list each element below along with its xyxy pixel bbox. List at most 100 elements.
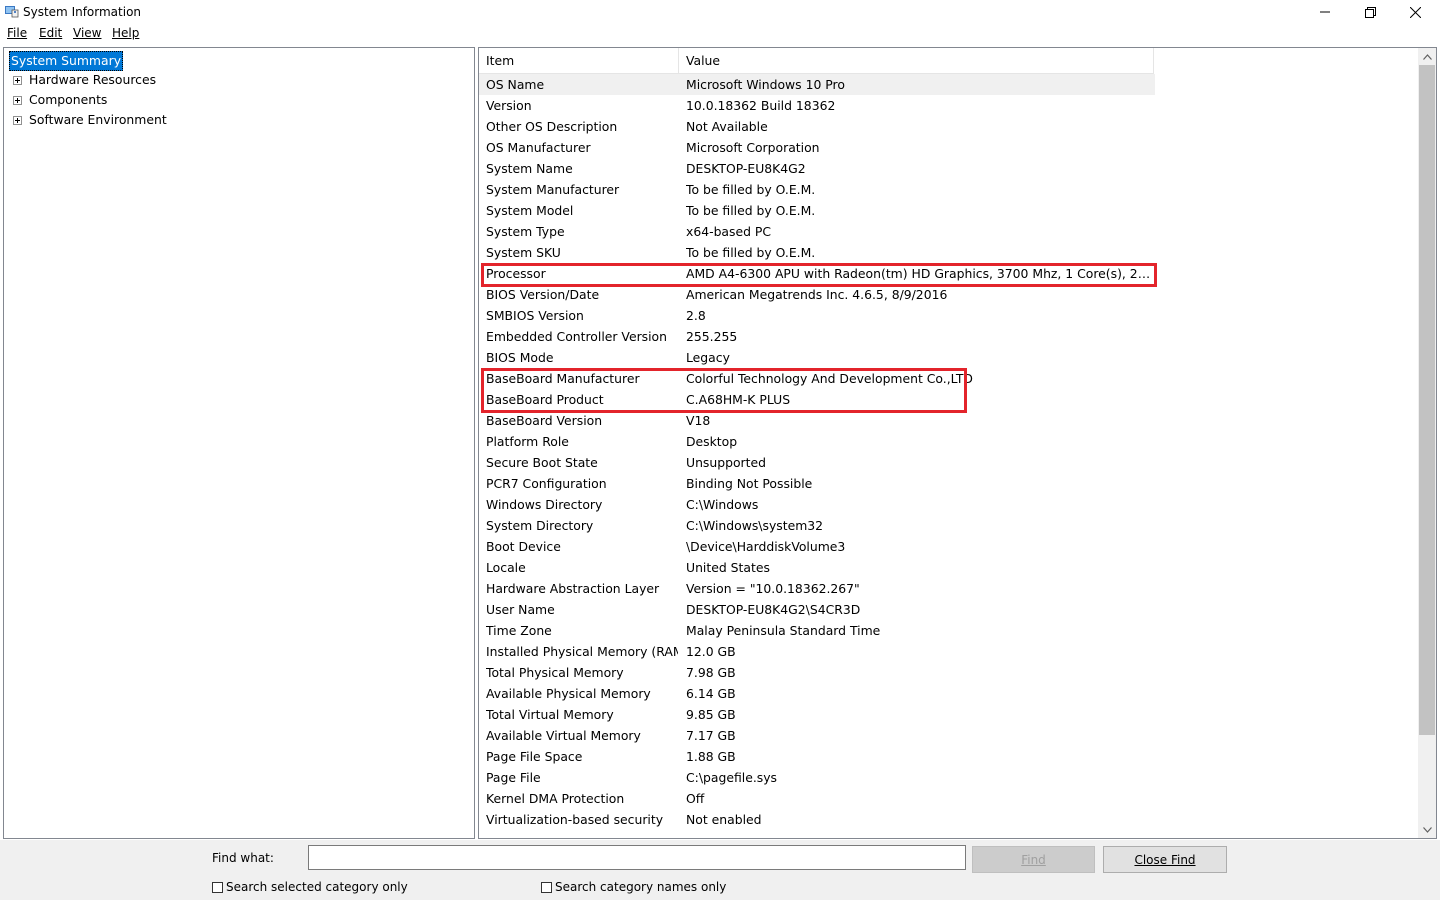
tree-item-label: Components [29, 92, 108, 107]
row-value: 12.0 GB [686, 644, 736, 659]
list-row[interactable]: Boot Device \Device\HarddiskVolume3 [479, 536, 1419, 557]
list-row[interactable]: OS Manufacturer Microsoft Corporation [479, 137, 1419, 158]
column-header-value[interactable]: Value [679, 48, 1154, 73]
row-item: System Directory [486, 518, 594, 533]
search-category-names-checkbox[interactable]: Search category names only [541, 880, 726, 894]
scroll-thumb[interactable] [1419, 65, 1435, 735]
find-what-label: Find what: [212, 851, 274, 865]
search-selected-category-checkbox[interactable]: Search selected category only [212, 880, 408, 894]
list-row[interactable]: Kernel DMA Protection Off [479, 788, 1419, 809]
row-value: 2.8 [686, 308, 706, 323]
close-find-button[interactable]: Close Find [1103, 846, 1227, 873]
close-find-button-label: Close Find [1134, 852, 1196, 867]
menu-edit-label: Edit [39, 26, 63, 40]
minimize-icon [1320, 11, 1330, 13]
row-item: OS Manufacturer [486, 140, 591, 155]
window-title: System Information [23, 5, 142, 19]
row-value: \Device\HarddiskVolume3 [686, 539, 846, 554]
system-information-app-icon [5, 6, 19, 18]
list-row[interactable]: Total Virtual Memory 9.85 GB [479, 704, 1419, 725]
row-value: 7.17 GB [686, 728, 736, 743]
list-row[interactable]: Total Physical Memory 7.98 GB [479, 662, 1419, 683]
row-value: C:\pagefile.sys [686, 770, 777, 785]
list-row[interactable]: BaseBoard Version V18 [479, 410, 1419, 431]
tree-item-label: Software Environment [29, 112, 167, 127]
list-row[interactable]: OS Name Microsoft Windows 10 Pro [479, 74, 1155, 95]
row-item: System Name [486, 161, 573, 176]
row-item: Virtualization-based security [486, 812, 664, 827]
list-row[interactable]: BIOS Version/Date American Megatrends Inc… [479, 284, 1419, 305]
list-row[interactable]: System Model To be filled by O.E.M. [479, 200, 1419, 221]
list-row[interactable]: Page File C:\pagefile.sys [479, 767, 1419, 788]
checkbox-box[interactable] [541, 881, 552, 893]
row-value: Version = "10.0.18362.267" [686, 581, 860, 596]
minimize-button[interactable] [1302, 0, 1348, 24]
details-list[interactable]: Item Value OS Name Microsoft Windows 10 P… [478, 47, 1437, 839]
menu-edit[interactable]: Edit [39, 26, 62, 40]
row-value: Binding Not Possible [686, 476, 813, 491]
expand-icon[interactable] [13, 96, 22, 105]
list-row[interactable]: User Name DESKTOP-EU8K4G2\S4CR3D [479, 599, 1419, 620]
list-row[interactable]: System Manufacturer To be filled by O.E.M… [479, 179, 1419, 200]
list-row[interactable]: Virtualization-based security Not enabled [479, 809, 1419, 830]
scroll-down-button[interactable] [1418, 821, 1436, 838]
highlight-baseboard-box [481, 368, 967, 413]
menu-file-label: File [7, 26, 28, 40]
expand-icon[interactable] [13, 116, 22, 125]
row-value: DESKTOP-EU8K4G2 [686, 161, 806, 176]
list-row[interactable]: Time Zone Malay Peninsula Standard Time [479, 620, 1419, 641]
row-value: To be filled by O.E.M. [686, 203, 816, 218]
row-item: System Type [486, 224, 565, 239]
list-row[interactable]: Available Physical Memory 6.14 GB [479, 683, 1419, 704]
list-row[interactable]: Hardware Abstraction Layer Version = "10.… [479, 578, 1419, 599]
list-row[interactable]: Locale United States [479, 557, 1419, 578]
row-item: Embedded Controller Version [486, 329, 667, 344]
find-what-input[interactable] [308, 845, 966, 870]
list-row[interactable]: Other OS Description Not Available [479, 116, 1419, 137]
chevron-up-icon [1422, 53, 1432, 60]
menu-bar: File Edit View Help [0, 24, 1440, 44]
column-header-item[interactable]: Item [479, 48, 679, 73]
row-item: Version [486, 98, 532, 113]
find-button[interactable]: Find [972, 846, 1095, 873]
list-row[interactable]: Installed Physical Memory (RAM) 12.0 GB [479, 641, 1419, 662]
restore-button[interactable] [1347, 0, 1393, 24]
list-row[interactable]: SMBIOS Version 2.8 [479, 305, 1419, 326]
row-item: BIOS Mode [486, 350, 554, 365]
list-row[interactable]: PCR7 Configuration Binding Not Possible [479, 473, 1419, 494]
list-row[interactable]: Available Virtual Memory 7.17 GB [479, 725, 1419, 746]
checkbox-label: Search category names only [555, 880, 727, 894]
list-rows: OS Name Microsoft Windows 10 Pro Version 10… [479, 74, 1419, 830]
row-item: User Name [486, 602, 555, 617]
tree-item-label: Hardware Resources [29, 72, 157, 87]
list-row[interactable]: Platform Role Desktop [479, 431, 1419, 452]
menu-help[interactable]: Help [112, 26, 139, 40]
checkbox-box[interactable] [212, 881, 223, 893]
close-window-button[interactable] [1392, 0, 1438, 24]
list-row[interactable]: Embedded Controller Version 255.255 [479, 326, 1419, 347]
row-value: United States [686, 560, 770, 575]
scroll-up-button[interactable] [1418, 48, 1436, 65]
expand-icon[interactable] [13, 76, 22, 85]
list-row[interactable]: System Type x64-based PC [479, 221, 1419, 242]
list-row[interactable]: System SKU To be filled by O.E.M. [479, 242, 1419, 263]
list-row[interactable]: Windows Directory C:\Windows [479, 494, 1419, 515]
row-value: 9.85 GB [686, 707, 736, 722]
list-row[interactable]: Page File Space 1.88 GB [479, 746, 1419, 767]
vertical-scrollbar[interactable] [1418, 48, 1436, 838]
list-row[interactable]: BIOS Mode Legacy [479, 347, 1419, 368]
row-item: Page File Space [486, 749, 583, 764]
list-row[interactable]: Version 10.0.18362 Build 18362 [479, 95, 1419, 116]
find-button-label: Find [1021, 852, 1046, 867]
menu-view[interactable]: View [73, 26, 101, 40]
row-value: Desktop [686, 434, 738, 449]
menu-file[interactable]: File [7, 26, 27, 40]
row-item: BIOS Version/Date [486, 287, 600, 302]
chevron-down-icon [1422, 826, 1432, 833]
list-row[interactable]: Secure Boot State Unsupported [479, 452, 1419, 473]
find-bar: Find what: Find Close Find Search select… [0, 840, 1440, 900]
list-row[interactable]: System Directory C:\Windows\system32 [479, 515, 1419, 536]
category-tree[interactable]: System Summary Hardware Resources Compon… [3, 47, 475, 839]
list-row[interactable]: System Name DESKTOP-EU8K4G2 [479, 158, 1419, 179]
row-item: Other OS Description [486, 119, 618, 134]
